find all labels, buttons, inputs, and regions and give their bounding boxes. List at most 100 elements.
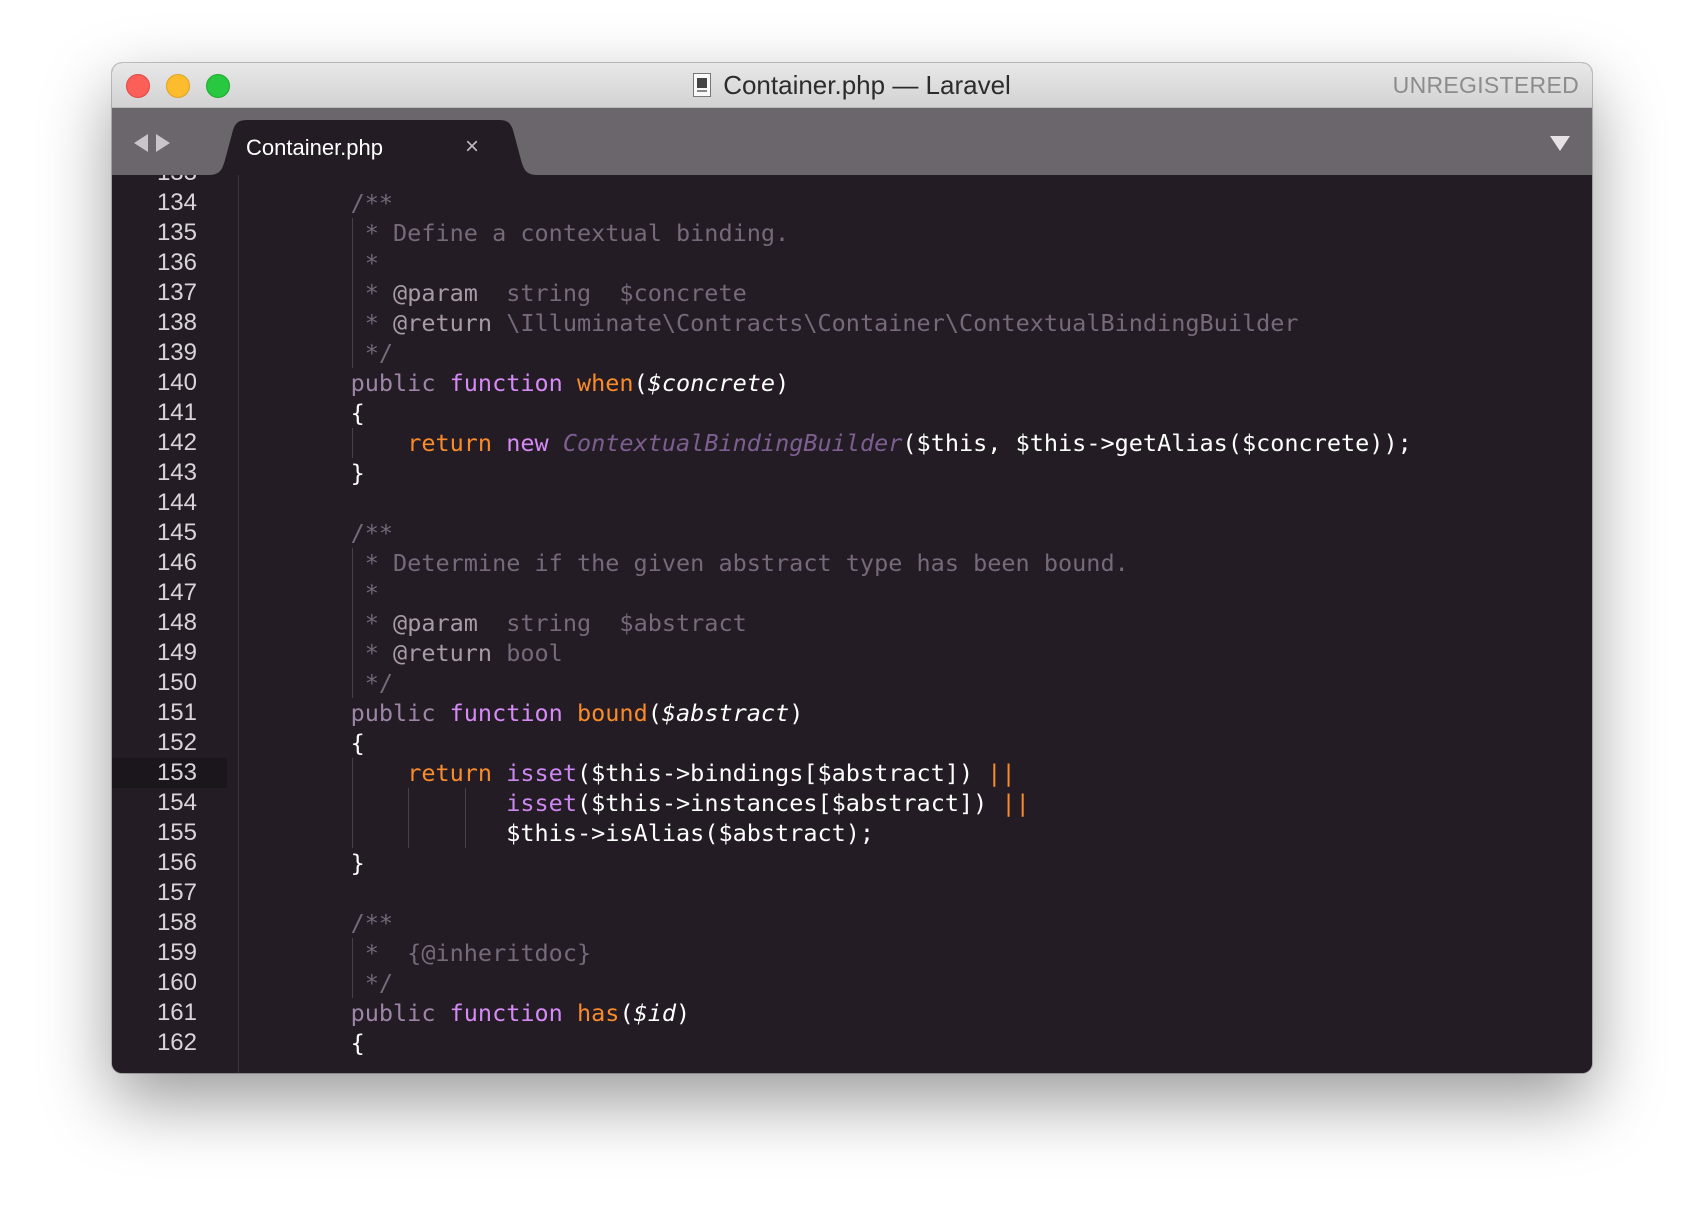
code-token: */ xyxy=(294,339,394,367)
code-text: */ xyxy=(294,968,393,998)
code-token: /** xyxy=(350,909,394,937)
code-token: has xyxy=(576,999,620,1027)
code-line[interactable]: 142 return new ContextualBindingBuilder(… xyxy=(112,428,1592,458)
code-token: @return xyxy=(393,309,493,337)
code-line[interactable]: 159 * {@inheritdoc} xyxy=(112,938,1592,968)
code-line[interactable]: 144 xyxy=(112,488,1592,518)
code-token: { xyxy=(294,729,365,757)
code-line[interactable]: 148 * @param string $abstract xyxy=(112,608,1592,638)
code-token: || xyxy=(1001,789,1030,817)
code-line[interactable]: 145 /** xyxy=(112,518,1592,548)
code-line[interactable]: 136 * xyxy=(112,248,1592,278)
line-number: 141 xyxy=(156,399,197,426)
tab-navigation xyxy=(134,134,170,152)
code-token: isset xyxy=(506,759,577,787)
line-number: 147 xyxy=(156,579,197,606)
code-text: } xyxy=(294,848,365,878)
code-text: * @return bool xyxy=(294,638,563,668)
code-line[interactable]: 137 * @param string $concrete xyxy=(112,278,1592,308)
line-number: 155 xyxy=(156,819,197,846)
back-arrow-icon[interactable] xyxy=(134,134,148,152)
line-number: 154 xyxy=(156,789,197,816)
code-token: /** xyxy=(350,519,394,547)
tab-container-php[interactable]: Container.php × xyxy=(208,120,538,175)
code-token: $this->isAlias($abstract); xyxy=(294,819,875,847)
code-token: * xyxy=(294,309,394,337)
code-line[interactable]: 156 } xyxy=(112,848,1592,878)
editor-window: Container.php — Laravel UNREGISTERED Con… xyxy=(112,63,1592,1073)
line-number: 148 xyxy=(156,609,197,636)
line-number: 138 xyxy=(156,309,197,336)
line-number: 158 xyxy=(156,909,197,936)
line-number: 137 xyxy=(156,279,197,306)
code-text: * Define a contextual binding. xyxy=(294,218,789,248)
code-line[interactable]: 158 /** xyxy=(112,908,1592,938)
code-line[interactable]: 152 { xyxy=(112,728,1592,758)
code-token: public xyxy=(350,699,436,727)
tab-close-icon[interactable]: × xyxy=(465,133,479,161)
code-line[interactable]: 139 */ xyxy=(112,338,1592,368)
code-line[interactable]: 157 xyxy=(112,878,1592,908)
code-line[interactable]: 155 $this->isAlias($abstract); xyxy=(112,818,1592,848)
code-token: public xyxy=(350,999,436,1027)
code-line[interactable]: 160 */ xyxy=(112,968,1592,998)
line-number: 146 xyxy=(156,549,197,576)
code-line[interactable]: 133 xyxy=(112,175,1592,188)
code-line[interactable]: 150 */ xyxy=(112,668,1592,698)
code-editor[interactable]: 133134 /**135 * Define a contextual bind… xyxy=(112,175,1592,1073)
code-text: * xyxy=(294,578,379,608)
code-line[interactable]: 134 /** xyxy=(112,188,1592,218)
code-line[interactable]: 146 * Determine if the given abstract ty… xyxy=(112,548,1592,578)
line-number: 150 xyxy=(156,669,197,696)
code-line[interactable]: 153 return isset($this->bindings[$abstra… xyxy=(112,758,1592,788)
code-token: string $concrete xyxy=(477,279,747,307)
line-number: 135 xyxy=(156,219,197,246)
code-line[interactable]: 161 public function has($id) xyxy=(112,998,1592,1028)
code-text: * @param string $abstract xyxy=(294,608,747,638)
tab-list-dropdown-icon[interactable] xyxy=(1550,136,1570,151)
php-document-icon[interactable] xyxy=(693,73,712,97)
code-token: ( xyxy=(633,369,648,397)
code-line[interactable]: 135 * Define a contextual binding. xyxy=(112,218,1592,248)
code-token: * xyxy=(294,249,379,277)
code-line[interactable]: 147 * xyxy=(112,578,1592,608)
code-line[interactable]: 140 public function when($concrete) xyxy=(112,368,1592,398)
code-text: { xyxy=(294,1028,365,1058)
code-token: bool xyxy=(492,639,563,667)
code-line[interactable]: 143 } xyxy=(112,458,1592,488)
line-number: 159 xyxy=(156,939,197,966)
code-line[interactable]: 162 { xyxy=(112,1028,1592,1058)
code-token: ( xyxy=(619,999,634,1027)
code-token: * xyxy=(294,579,379,607)
code-line[interactable]: 151 public function bound($abstract) xyxy=(112,698,1592,728)
code-token: * Define a contextual binding. xyxy=(294,219,790,247)
title-bar[interactable]: Container.php — Laravel UNREGISTERED xyxy=(112,63,1592,108)
code-text: */ xyxy=(294,338,393,368)
code-token: ($this->instances[$abstract]) xyxy=(576,789,1002,817)
code-text: public function has($id) xyxy=(294,998,691,1028)
code-token: bound xyxy=(576,699,648,727)
code-line[interactable]: 141 { xyxy=(112,398,1592,428)
line-number: 156 xyxy=(156,849,197,876)
code-token: * xyxy=(294,639,394,667)
code-line[interactable]: 138 * @return \Illuminate\Contracts\Cont… xyxy=(112,308,1592,338)
code-token: ) xyxy=(676,999,691,1027)
code-token: ($this, $this->getAlias($concrete)); xyxy=(902,429,1412,457)
forward-arrow-icon[interactable] xyxy=(156,134,170,152)
code-text: { xyxy=(294,398,365,428)
code-text: * @param string $concrete xyxy=(294,278,747,308)
code-text: isset($this->instances[$abstract]) || xyxy=(294,788,1030,818)
license-status: UNREGISTERED xyxy=(1392,72,1579,98)
code-line[interactable]: 149 * @return bool xyxy=(112,638,1592,668)
code-token: ) xyxy=(775,369,790,397)
code-line[interactable]: 154 isset($this->instances[$abstract]) |… xyxy=(112,788,1592,818)
